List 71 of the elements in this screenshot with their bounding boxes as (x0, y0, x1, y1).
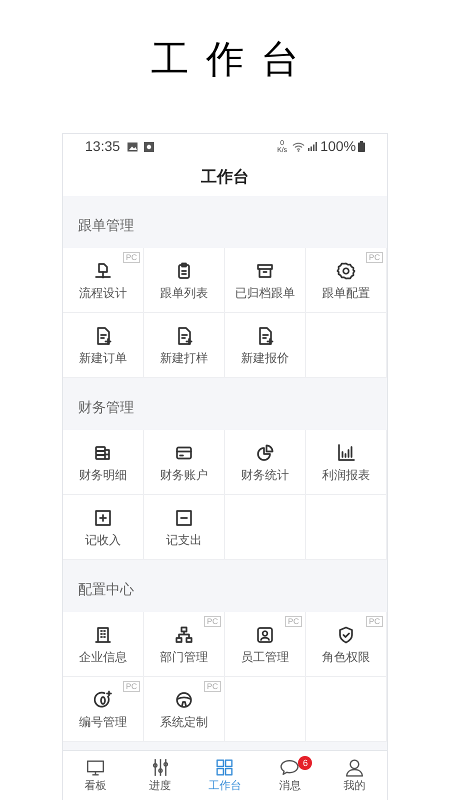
tile-label: 财务账户 (160, 469, 208, 481)
tile-label: 角色权限 (322, 651, 370, 663)
settings-icon (336, 261, 356, 281)
flowchart-icon (93, 261, 113, 281)
platform-tag: PC (122, 252, 140, 263)
page-headline: 工作台 (150, 36, 316, 83)
menu-tile[interactable]: 财务统计 (225, 430, 306, 495)
tab-bar-item[interactable]: 我的 (322, 751, 387, 798)
tile-label: 利润报表 (322, 469, 370, 481)
menu-tile[interactable]: 财务明细 (63, 430, 144, 495)
tile-label: 企业信息 (79, 651, 127, 663)
menu-tile[interactable]: PC 流程设计 (63, 248, 144, 313)
menu-tile[interactable]: 跟单列表 (144, 248, 225, 313)
wifi-icon (292, 142, 306, 152)
menu-tile[interactable]: PC 跟单配置 (306, 248, 387, 313)
menu-tile[interactable]: 利润报表 (306, 430, 387, 495)
steering-wheel-icon (174, 690, 194, 710)
menu-tile[interactable]: 已归档跟单 (225, 248, 306, 313)
image-icon (127, 142, 138, 152)
tile-label: 记支出 (166, 534, 202, 546)
tile-label: 编号管理 (79, 716, 127, 728)
pie-chart-icon (255, 443, 275, 463)
platform-tag: PC (204, 616, 221, 627)
numbered-circle-icon (93, 690, 113, 710)
battery-icon (358, 141, 365, 152)
menu-tile[interactable]: PC 角色权限 (306, 612, 387, 677)
tile-label: 员工管理 (241, 651, 289, 663)
plus-square-icon (93, 508, 113, 528)
platform-tag: PC (122, 681, 140, 692)
grid-icon (214, 756, 236, 778)
platform-tag: PC (284, 616, 302, 627)
id-badge-icon (255, 625, 275, 645)
tile-label: 新建打样 (160, 352, 208, 364)
header-title: 工作台 (201, 168, 249, 188)
battery-percent: 100% (320, 137, 356, 156)
shield-check-icon (336, 625, 356, 645)
menu-tile[interactable]: 企业信息 (63, 612, 144, 677)
menu-tile[interactable]: PC 员工管理 (225, 612, 306, 677)
tile-label: 流程设计 (79, 287, 127, 299)
tile-label: 新建订单 (79, 352, 127, 364)
signal-icon (308, 142, 318, 151)
org-chart-icon (174, 625, 194, 645)
platform-tag: PC (366, 252, 383, 263)
menu-tile[interactable]: PC 部门管理 (144, 612, 225, 677)
menu-tile[interactable]: 财务账户 (144, 430, 225, 495)
tile-label: 财务明细 (79, 469, 127, 481)
unread-count-badge: 6 (298, 756, 312, 770)
tab-bar-item[interactable]: 看板 (63, 751, 128, 798)
bar-chart-icon (336, 443, 356, 463)
tile-label: 系统定制 (160, 716, 208, 728)
tile-label: 跟单列表 (160, 287, 208, 299)
tab-bar-item[interactable]: 消息 6 (257, 751, 322, 798)
tile-label: 财务统计 (241, 469, 289, 481)
platform-tag: PC (204, 681, 221, 692)
tile-label: 记收入 (85, 534, 121, 546)
minus-square-icon (174, 508, 194, 528)
section-title: 跟单管理 (78, 216, 134, 234)
archive-box-icon (255, 261, 275, 281)
section-title: 财务管理 (78, 398, 134, 416)
building-icon (93, 625, 113, 645)
stacked-coins-icon (93, 443, 113, 463)
tab-bar-item[interactable]: 进度 (128, 751, 193, 798)
person-icon (344, 756, 366, 778)
status-time: 13:35 (85, 137, 120, 156)
tile-label: 已归档跟单 (235, 287, 295, 299)
tile-label: 跟单配置 (322, 287, 370, 299)
tile-label: 新建报价 (241, 352, 289, 364)
platform-tag: PC (366, 616, 383, 627)
square-icon (144, 142, 154, 152)
tile-label: 部门管理 (160, 651, 208, 663)
section-title: 配置中心 (78, 580, 134, 598)
